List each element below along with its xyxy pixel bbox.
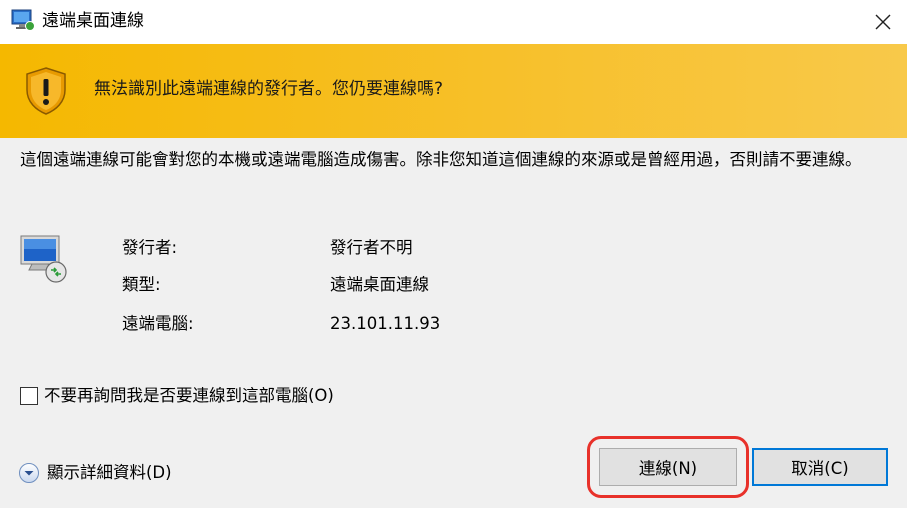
dont-ask-again-label: 不要再詢問我是否要連線到這部電腦(O) (44, 386, 334, 405)
warning-message: 無法識別此遠端連線的發行者。您仍要連線嗎? (94, 79, 444, 99)
remote-desktop-icon (11, 9, 35, 31)
publisher-label: 發行者: (122, 238, 178, 257)
close-button[interactable] (869, 8, 897, 36)
connect-button[interactable]: 連線(N) (599, 448, 737, 486)
remote-desktop-dialog: 遠端桌面連線 無法識別此遠端連線的發行者。您仍要連線嗎? 這個遠端連線可能會對您… (0, 0, 907, 508)
publisher-value: 發行者不明 (330, 238, 413, 257)
title-bar: 遠端桌面連線 (0, 0, 907, 44)
type-value: 遠端桌面連線 (330, 275, 429, 294)
show-details-toggle[interactable]: 顯示詳細資料(D) (18, 461, 172, 485)
type-label: 類型: (122, 275, 161, 294)
warning-banner: 無法識別此遠端連線的發行者。您仍要連線嗎? (0, 44, 907, 138)
remote-computer-icon (18, 234, 70, 284)
remote-computer-label: 遠端電腦: (122, 314, 194, 333)
dont-ask-again-option[interactable]: 不要再詢問我是否要連線到這部電腦(O) (20, 385, 334, 407)
close-icon (875, 14, 891, 30)
show-details-label: 顯示詳細資料(D) (47, 463, 172, 482)
remote-computer-value: 23.101.11.93 (330, 314, 441, 333)
security-description: 這個遠端連線可能會對您的本機或遠端電腦造成傷害。除非您知道這個連線的來源或是曾經… (20, 150, 862, 169)
cancel-button[interactable]: 取消(C) (752, 448, 888, 486)
window-title: 遠端桌面連線 (42, 11, 144, 31)
chevron-down-icon (18, 462, 40, 484)
dont-ask-again-checkbox[interactable] (20, 387, 38, 405)
warning-shield-icon (24, 66, 68, 116)
